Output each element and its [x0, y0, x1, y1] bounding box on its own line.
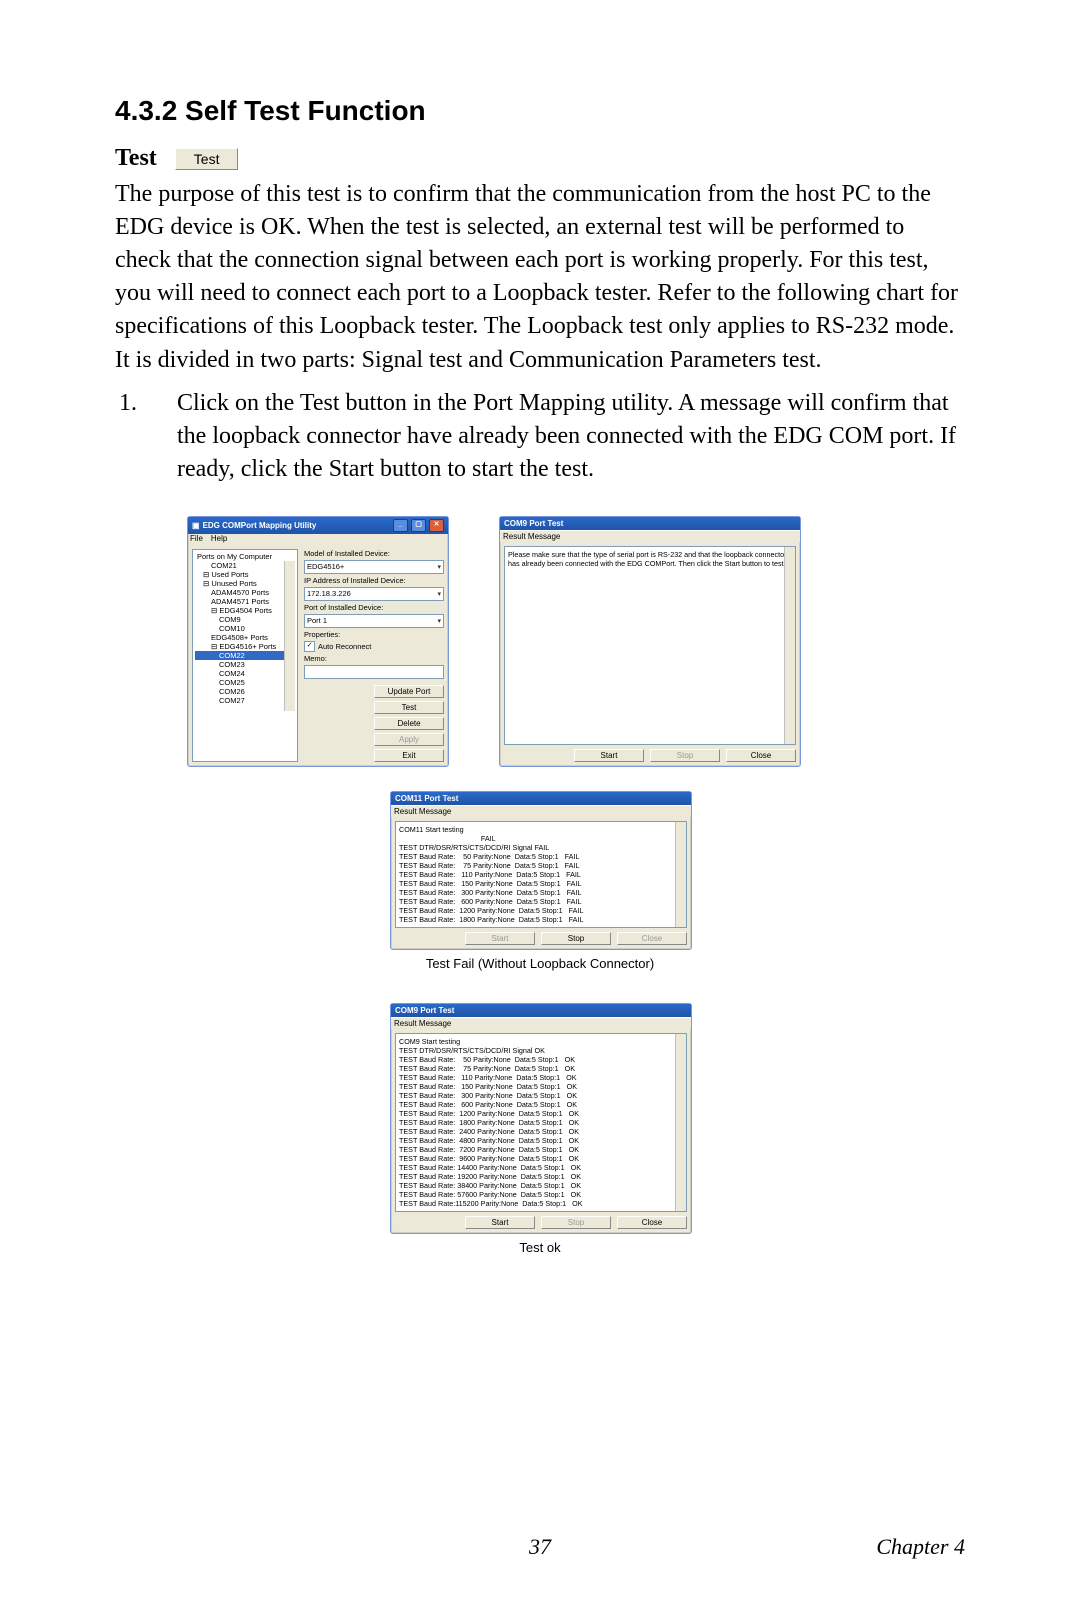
- minimize-icon[interactable]: _: [393, 519, 408, 532]
- stop-button[interactable]: Stop: [541, 932, 611, 945]
- tree-item[interactable]: ⊟ EDG4516+ Ports: [195, 642, 295, 651]
- model-select[interactable]: EDG4516+▾: [304, 560, 444, 574]
- step-text: Click on the Test button in the Port Map…: [177, 387, 965, 486]
- chapter-label: Chapter 4: [876, 1534, 965, 1560]
- mapping-titlebar: ▣ EDG COMPort Mapping Utility _ ▢ ✕: [188, 517, 448, 534]
- port-test-prompt-window: COM9 Port Test Result Message Please mak…: [499, 516, 801, 767]
- tree-item[interactable]: COM9: [195, 615, 295, 624]
- close-button[interactable]: Close: [617, 932, 687, 945]
- result-section-label: Result Message: [391, 1017, 691, 1029]
- menu-help[interactable]: Help: [211, 534, 227, 543]
- close-button[interactable]: Close: [726, 749, 796, 762]
- stop-button[interactable]: Stop: [650, 749, 720, 762]
- tree-item[interactable]: COM21: [195, 561, 295, 570]
- auto-reconnect-checkbox[interactable]: ✓Auto Reconnect: [304, 641, 444, 652]
- chevron-down-icon: ▾: [437, 590, 441, 598]
- start-button[interactable]: Start: [574, 749, 644, 762]
- test-label: Test: [115, 145, 157, 172]
- port-label: Port of Installed Device:: [304, 603, 444, 612]
- tree-item[interactable]: ⊟ Used Ports: [195, 570, 295, 579]
- tree-item[interactable]: COM26: [195, 687, 295, 696]
- tree-item[interactable]: COM25: [195, 678, 295, 687]
- mapping-utility-window: ▣ EDG COMPort Mapping Utility _ ▢ ✕ File…: [187, 516, 449, 767]
- close-icon[interactable]: ✕: [429, 519, 444, 532]
- model-label: Model of Installed Device:: [304, 549, 444, 558]
- tree-item[interactable]: ADAM4571 Ports: [195, 597, 295, 606]
- tree-header: Ports on My Computer: [195, 552, 295, 561]
- result-section-label: Result Message: [500, 530, 800, 542]
- mapping-title: EDG COMPort Mapping Utility: [203, 521, 317, 530]
- app-icon: ▣: [192, 521, 200, 530]
- fail-caption: Test Fail (Without Loopback Connector): [390, 956, 690, 971]
- delete-button[interactable]: Delete: [374, 717, 444, 730]
- memo-input[interactable]: [304, 665, 444, 679]
- prompt-message: Please make sure that the type of serial…: [504, 546, 796, 745]
- tree-item[interactable]: ⊟ EDG4504 Ports: [195, 606, 295, 615]
- port-select[interactable]: Port 1▾: [304, 614, 444, 628]
- ok-caption: Test ok: [390, 1240, 690, 1255]
- tree-item[interactable]: COM23: [195, 660, 295, 669]
- ok-titlebar: COM9 Port Test: [391, 1004, 691, 1017]
- prompt-title: COM9 Port Test: [504, 519, 563, 528]
- apply-button[interactable]: Apply: [374, 733, 444, 746]
- stop-button[interactable]: Stop: [541, 1216, 611, 1229]
- result-section-label: Result Message: [391, 805, 691, 817]
- page-number: 37: [529, 1534, 551, 1560]
- start-button[interactable]: Start: [465, 932, 535, 945]
- fail-title: COM11 Port Test: [395, 794, 458, 803]
- test-button[interactable]: Test: [175, 148, 239, 170]
- memo-label: Memo:: [304, 654, 444, 663]
- maximize-icon[interactable]: ▢: [411, 519, 426, 532]
- port-test-fail-window: COM11 Port Test Result Message COM11 Sta…: [390, 791, 692, 950]
- ports-tree[interactable]: Ports on My Computer COM21⊟ Used Ports⊟ …: [192, 549, 298, 762]
- tree-item[interactable]: COM22: [195, 651, 295, 660]
- ok-title: COM9 Port Test: [395, 1006, 454, 1015]
- menu-file[interactable]: File: [190, 534, 203, 543]
- port-test-ok-window: COM9 Port Test Result Message COM9 Start…: [390, 1003, 692, 1234]
- fail-result-box: COM11 Start testing FAIL TEST DTR/DSR/RT…: [395, 821, 687, 928]
- start-button[interactable]: Start: [465, 1216, 535, 1229]
- step-number: 1.: [119, 387, 177, 486]
- intro-paragraph: The purpose of this test is to confirm t…: [115, 178, 965, 377]
- properties-label: Properties:: [304, 630, 444, 639]
- ok-result-box: COM9 Start testing TEST DTR/DSR/RTS/CTS/…: [395, 1033, 687, 1212]
- test-port-button[interactable]: Test: [374, 701, 444, 714]
- tree-item[interactable]: COM24: [195, 669, 295, 678]
- close-button[interactable]: Close: [617, 1216, 687, 1229]
- tree-item[interactable]: COM27: [195, 696, 295, 705]
- prompt-titlebar: COM9 Port Test: [500, 517, 800, 530]
- chevron-down-icon: ▾: [437, 563, 441, 571]
- ip-label: IP Address of Installed Device:: [304, 576, 444, 585]
- chevron-down-icon: ▾: [437, 617, 441, 625]
- section-heading: 4.3.2 Self Test Function: [115, 95, 965, 127]
- tree-item[interactable]: ADAM4570 Ports: [195, 588, 295, 597]
- ip-select[interactable]: 172.18.3.226▾: [304, 587, 444, 601]
- tree-item[interactable]: EDG4508+ Ports: [195, 633, 295, 642]
- tree-item[interactable]: ⊟ Unused Ports: [195, 579, 295, 588]
- tree-item[interactable]: COM10: [195, 624, 295, 633]
- update-port-button[interactable]: Update Port: [374, 685, 444, 698]
- exit-button[interactable]: Exit: [374, 749, 444, 762]
- fail-titlebar: COM11 Port Test: [391, 792, 691, 805]
